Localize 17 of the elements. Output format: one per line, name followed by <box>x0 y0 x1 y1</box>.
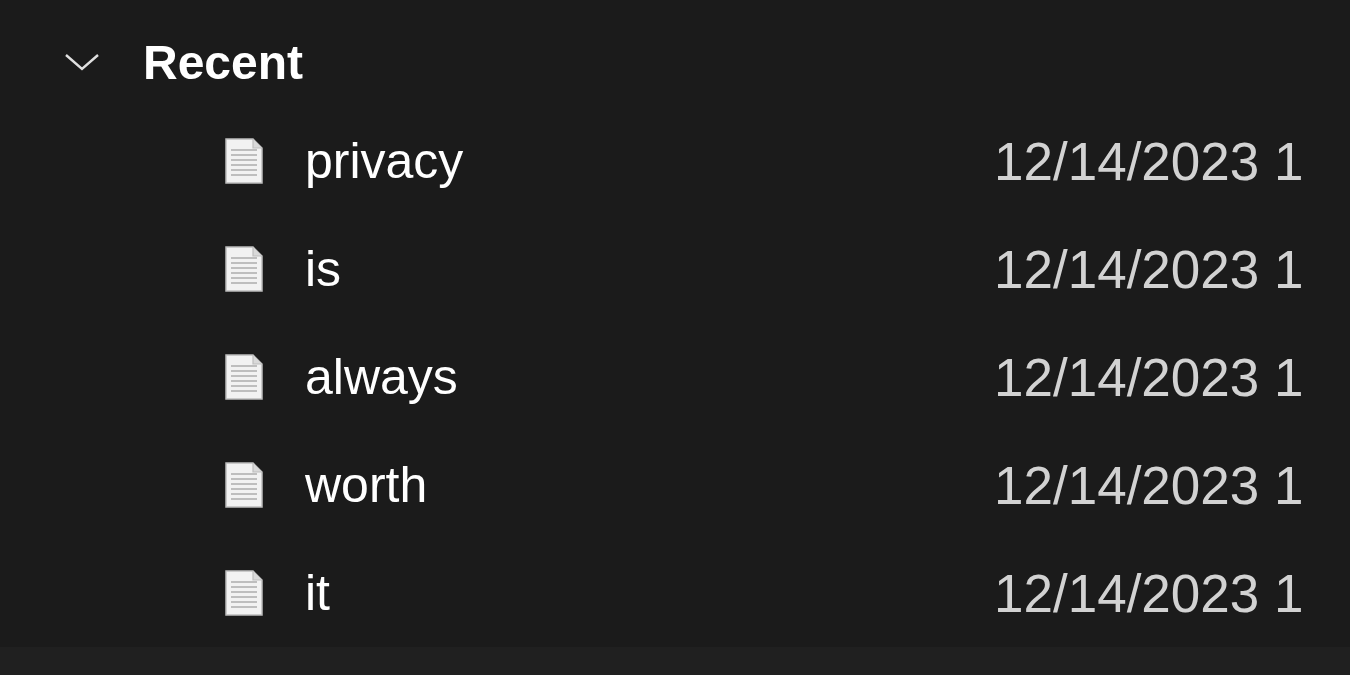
document-icon <box>225 246 263 292</box>
document-icon <box>225 570 263 616</box>
file-date: 12/14/2023 1 <box>994 238 1304 300</box>
file-name[interactable]: it <box>305 564 994 622</box>
document-icon <box>225 138 263 184</box>
file-date: 12/14/2023 1 <box>994 346 1304 408</box>
file-name[interactable]: privacy <box>305 132 994 190</box>
file-date: 12/14/2023 1 <box>994 130 1304 192</box>
document-icon <box>225 354 263 400</box>
file-date: 12/14/2023 1 <box>994 562 1304 624</box>
group-title: Recent <box>143 34 304 90</box>
file-name[interactable]: always <box>305 348 994 406</box>
file-date: 12/14/2023 1 <box>994 454 1304 516</box>
document-icon <box>225 462 263 508</box>
file-name[interactable]: worth <box>305 456 994 514</box>
chevron-down-icon[interactable] <box>64 52 100 72</box>
file-name[interactable]: is <box>305 240 994 298</box>
